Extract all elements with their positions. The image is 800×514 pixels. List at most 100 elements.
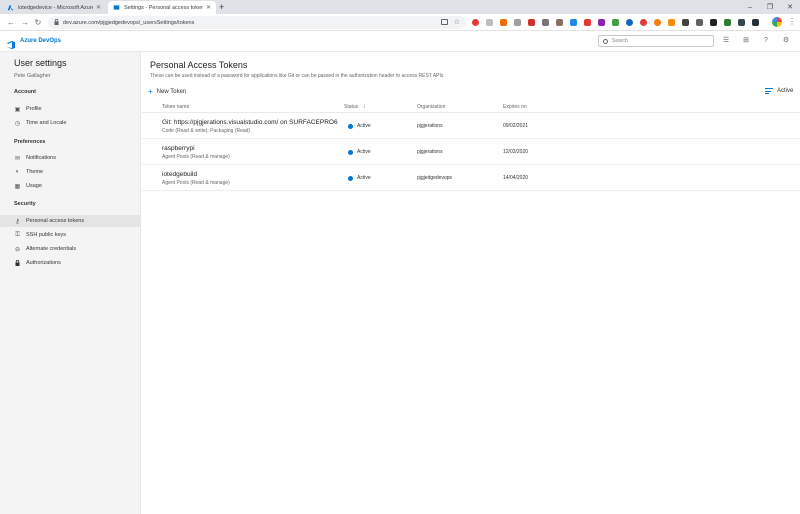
extension-icon[interactable] <box>542 19 549 26</box>
clock-icon: ◷ <box>14 120 21 127</box>
azure-icon <box>7 4 14 11</box>
user-settings-icon[interactable]: ⚙ <box>782 37 790 45</box>
extension-icon[interactable] <box>500 19 507 26</box>
close-window-button[interactable]: ✕ <box>780 0 800 14</box>
address-url: dev.azure.com/pjgjedgedevops/_usersSetti… <box>63 19 195 26</box>
minimize-button[interactable]: – <box>740 0 760 14</box>
extension-icon[interactable] <box>472 19 479 26</box>
sidebar-item-personal-access-tokens[interactable]: ⚷ Personal access tokens <box>0 215 140 227</box>
extension-icon[interactable] <box>584 19 591 26</box>
ssh-key-icon: ⚿ <box>15 231 20 238</box>
extension-icon[interactable] <box>654 19 661 26</box>
extension-icon[interactable] <box>626 19 633 26</box>
theme-icon: ◐ <box>15 169 20 175</box>
token-name[interactable]: Git: https://pjgjerations.visualstudio.c… <box>162 119 338 126</box>
sort-arrow-icon: ↓ <box>362 104 366 110</box>
sidebar-item-ssh-public-keys[interactable]: ⚿ SSH public keys <box>0 229 140 241</box>
extension-icon[interactable] <box>696 19 703 26</box>
sidebar-item-usage[interactable]: ▦ Usage <box>0 180 140 192</box>
section-security: Security <box>14 201 36 207</box>
sidebar-item-label: Authorizations <box>26 260 61 266</box>
token-scope: Agent Pools (Read & manage) <box>162 154 230 160</box>
token-expiry: 09/02/2021 <box>503 123 529 129</box>
azure-devops-logo-icon[interactable] <box>6 37 16 49</box>
sidebar-item-alternate-credentials[interactable]: ⊖ Alternate credentials <box>0 243 140 255</box>
table-row[interactable]: iotedgebuild Agent Pools (Read & manage)… <box>142 166 800 191</box>
cast-icon[interactable] <box>441 19 448 25</box>
sidebar-item-profile[interactable]: ▣ Profile <box>0 103 140 115</box>
forward-icon[interactable]: → <box>20 17 30 28</box>
sidebar-item-label: Theme <box>26 169 44 175</box>
profile-avatar-icon[interactable] <box>772 17 782 27</box>
token-organization: pjgjedgedevops <box>417 175 453 181</box>
token-name[interactable]: iotedgebuild <box>162 171 197 178</box>
extension-icon[interactable] <box>486 19 493 26</box>
address-bar[interactable]: dev.azure.com/pjgjedgedevops/_usersSetti… <box>48 16 466 29</box>
new-token-button[interactable]: + New Token <box>148 88 186 96</box>
search-placeholder: Search <box>612 38 628 44</box>
column-header-organization[interactable]: Organization <box>417 104 445 110</box>
table-row[interactable]: Git: https://pjgjerations.visualstudio.c… <box>142 114 800 139</box>
extension-icon[interactable] <box>738 19 745 26</box>
token-organization: pjgjerations <box>417 123 443 129</box>
sidebar-title: User settings <box>14 58 67 68</box>
task-list-icon[interactable]: ☰ <box>722 37 730 45</box>
status-dot-icon <box>348 123 353 129</box>
browser-toolbar: ← → ↻ dev.azure.com/pjgjedgedevops/_user… <box>0 14 800 31</box>
sidebar-item-notifications[interactable]: ✉ Notifications <box>0 152 140 164</box>
sidebar-item-authorizations[interactable]: Authorizations <box>0 257 140 269</box>
browser-tab-azure[interactable]: lotedgedevice - Microsoft Azure ✕ <box>2 1 106 14</box>
restore-button[interactable]: ❐ <box>760 0 780 14</box>
browser-tab-title: lotedgedevice - Microsoft Azure <box>18 4 93 11</box>
token-name[interactable]: raspberrypi <box>162 145 195 152</box>
column-header-status[interactable]: Status ↓ <box>344 104 366 110</box>
column-header-token-name[interactable]: Token name <box>162 104 189 110</box>
filter-label: Active <box>777 88 794 94</box>
extension-icon[interactable] <box>570 19 577 26</box>
status-dot-icon <box>348 175 353 181</box>
extension-icon[interactable] <box>724 19 731 26</box>
search-input[interactable]: Search <box>598 35 714 47</box>
usage-icon: ▦ <box>14 183 21 190</box>
active-filter-button[interactable]: Active <box>765 88 793 94</box>
extension-icon[interactable] <box>682 19 689 26</box>
table-row[interactable]: raspberrypi Agent Pools (Read & manage) … <box>142 140 800 165</box>
status-label: Active <box>357 175 371 181</box>
main-content: Personal Access Tokens These can be used… <box>142 52 800 514</box>
app-brand[interactable]: Azure DevOps <box>20 38 61 44</box>
extension-icon[interactable] <box>710 19 717 26</box>
browser-tab-settings[interactable]: Settings - Personal access tokens ✕ <box>108 1 216 14</box>
bookmark-star-icon[interactable]: ☆ <box>454 18 460 26</box>
browser-menu-icon[interactable]: ⋮ <box>788 16 796 28</box>
reload-icon[interactable]: ↻ <box>33 17 43 28</box>
extension-icon[interactable] <box>612 19 619 26</box>
column-header-expires-on[interactable]: Expires on <box>503 104 527 110</box>
sidebar-item-label: Profile <box>26 106 42 112</box>
close-tab-icon[interactable]: ✕ <box>96 4 101 11</box>
status-label: Active <box>357 123 371 129</box>
extension-icon[interactable] <box>556 19 563 26</box>
extension-icon[interactable] <box>752 19 759 26</box>
status-label: Active <box>357 149 371 155</box>
token-status: Active <box>348 149 371 155</box>
back-icon[interactable]: ← <box>6 17 16 28</box>
notifications-icon: ✉ <box>14 155 21 162</box>
extension-icon[interactable] <box>514 19 521 26</box>
help-icon[interactable]: ? <box>762 37 770 45</box>
column-header-label: Status <box>344 104 359 110</box>
new-token-label: New Token <box>156 89 187 95</box>
new-tab-button[interactable]: + <box>219 2 224 13</box>
sidebar-item-time-and-locale[interactable]: ◷ Time and Locale <box>0 117 140 129</box>
close-tab-icon[interactable]: ✕ <box>206 4 211 11</box>
extension-icon[interactable] <box>598 19 605 26</box>
extension-icon[interactable] <box>528 19 535 26</box>
search-icon <box>603 38 608 44</box>
extension-icon[interactable] <box>640 19 647 26</box>
marketplace-icon[interactable]: ⊞ <box>742 37 750 45</box>
sidebar-item-label: Usage <box>26 183 42 189</box>
browser-tab-title: Settings - Personal access tokens <box>124 4 203 11</box>
sidebar-item-theme[interactable]: ◐ Theme <box>0 166 140 178</box>
sidebar-item-label: Notifications <box>26 155 56 161</box>
extension-icon[interactable] <box>668 19 675 26</box>
settings-sidebar: User settings Pete Gallagher Account ▣ P… <box>0 52 141 514</box>
